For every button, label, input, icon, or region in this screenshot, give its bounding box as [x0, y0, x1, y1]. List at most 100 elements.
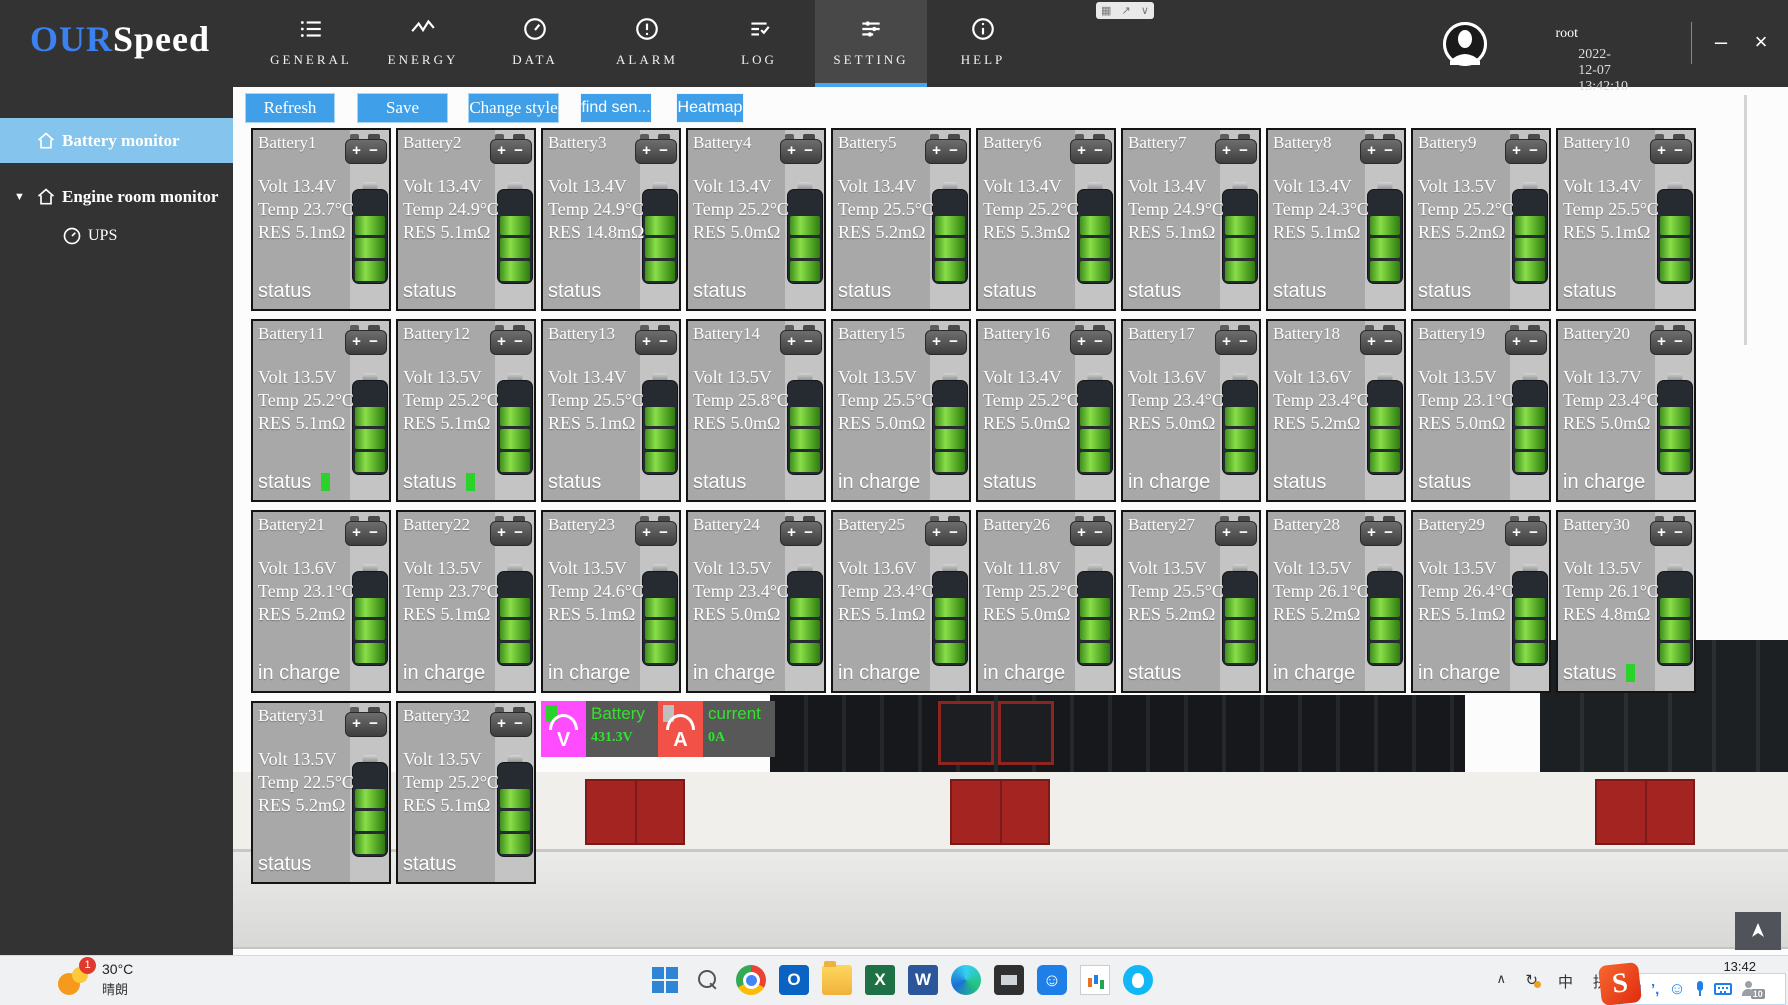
sidebar-item-engine-room-monitor[interactable]: ▼ Engine room monitor — [0, 177, 233, 217]
vertical-scrollbar[interactable] — [1744, 95, 1747, 345]
taskbar-icon-messenger[interactable] — [1037, 965, 1067, 995]
battery-plus-minus-button[interactable]: + − — [635, 325, 677, 355]
battery-card[interactable]: Battery31 + − Volt 13.5V Temp 22.5°C RES… — [251, 701, 391, 884]
close-button[interactable]: × — [1746, 28, 1776, 58]
taskbar-icon-stats[interactable] — [1080, 965, 1110, 995]
battery-plus-minus-button[interactable]: + − — [780, 325, 822, 355]
person-icon[interactable]: 10 — [1741, 981, 1757, 997]
emoji-icon[interactable]: ☺ — [1668, 979, 1685, 999]
battery-plus-minus-button[interactable]: + − — [345, 325, 387, 355]
save-button[interactable]: Save — [357, 93, 448, 123]
battery-plus-minus-button[interactable]: + − — [345, 134, 387, 164]
tree-expander-icon[interactable]: ▼ — [14, 177, 25, 217]
battery-card[interactable]: Battery7 + − Volt 13.4V Temp 24.9°C RES … — [1121, 128, 1261, 311]
tab-energy[interactable]: ENERGY — [367, 0, 479, 87]
taskbar-icon-search[interactable] — [693, 965, 723, 995]
battery-card[interactable]: Battery30 + − Volt 13.5V Temp 26.1°C RES… — [1556, 510, 1696, 693]
taskbar-icon-windows[interactable] — [650, 965, 680, 995]
scene-navigation-control[interactable] — [1735, 912, 1781, 950]
battery-plus-minus-button[interactable]: + − — [1650, 325, 1692, 355]
battery-plus-minus-button[interactable]: + − — [1505, 134, 1547, 164]
battery-card[interactable]: Battery5 + − Volt 13.4V Temp 25.5°C RES … — [831, 128, 971, 311]
battery-card[interactable]: Battery18 + − Volt 13.6V Temp 23.4°C RES… — [1266, 319, 1406, 502]
tab-log[interactable]: LOG — [703, 0, 815, 87]
battery-plus-minus-button[interactable]: + − — [925, 516, 967, 546]
taskbar-icon-edge[interactable] — [951, 965, 981, 995]
tray-chevron-up-icon[interactable]: ∧ — [1496, 971, 1506, 987]
battery-plus-minus-button[interactable]: + − — [1360, 325, 1402, 355]
battery-plus-minus-button[interactable]: + − — [490, 325, 532, 355]
tab-alarm[interactable]: ALARM — [591, 0, 703, 87]
sidebar-item-ups[interactable]: UPS — [0, 217, 233, 255]
battery-card[interactable]: Battery14 + − Volt 13.5V Temp 25.8°C RES… — [686, 319, 826, 502]
battery-plus-minus-button[interactable]: + − — [1070, 134, 1112, 164]
battery-card[interactable]: Battery26 + − Volt 11.8V Temp 25.2°C RES… — [976, 510, 1116, 693]
capture-mini-toolbar[interactable]: ▦ ↗ ∨ — [1096, 2, 1154, 19]
battery-card[interactable]: Battery25 + − Volt 13.6V Temp 23.4°C RES… — [831, 510, 971, 693]
battery-plus-minus-button[interactable]: + − — [925, 134, 967, 164]
battery-card[interactable]: Battery8 + − Volt 13.4V Temp 24.3°C RES … — [1266, 128, 1406, 311]
battery-card[interactable]: Battery27 + − Volt 13.5V Temp 25.5°C RES… — [1121, 510, 1261, 693]
taskbar-weather-widget[interactable]: 1 30°C 晴朗 — [58, 961, 133, 998]
sogou-logo[interactable]: S — [1598, 962, 1642, 1005]
refresh-button[interactable]: Refresh — [245, 93, 335, 123]
battery-card[interactable]: Battery29 + − Volt 13.5V Temp 26.4°C RES… — [1411, 510, 1551, 693]
chevron-down-icon[interactable]: ∨ — [1141, 4, 1149, 17]
battery-card[interactable]: Battery4 + − Volt 13.4V Temp 25.2°C RES … — [686, 128, 826, 311]
microphone-icon[interactable] — [1695, 981, 1705, 997]
heatmap-button[interactable]: Heatmap — [676, 93, 744, 123]
battery-card[interactable]: Battery1 + − Volt 13.4V Temp 23.7°C RES … — [251, 128, 391, 311]
tab-setting[interactable]: SETTING — [815, 0, 927, 87]
battery-plus-minus-button[interactable]: + − — [1650, 516, 1692, 546]
battery-card[interactable]: Battery24 + − Volt 13.5V Temp 23.4°C RES… — [686, 510, 826, 693]
tray-language-zhong[interactable]: 中 — [1558, 971, 1573, 992]
battery-card[interactable]: Battery21 + − Volt 13.6V Temp 23.1°C RES… — [251, 510, 391, 693]
battery-card[interactable]: Battery13 + − Volt 13.4V Temp 25.5°C RES… — [541, 319, 681, 502]
ammeter-icon[interactable]: A — [658, 701, 703, 757]
battery-plus-minus-button[interactable]: + − — [1215, 134, 1257, 164]
battery-plus-minus-button[interactable]: + − — [780, 516, 822, 546]
battery-plus-minus-button[interactable]: + − — [1650, 134, 1692, 164]
battery-plus-minus-button[interactable]: + − — [1360, 516, 1402, 546]
battery-plus-minus-button[interactable]: + − — [1505, 325, 1547, 355]
battery-plus-minus-button[interactable]: + − — [1070, 325, 1112, 355]
taskbar-icon-chrome[interactable] — [736, 965, 766, 995]
tab-general[interactable]: GENERAL — [255, 0, 367, 87]
battery-plus-minus-button[interactable]: + − — [635, 516, 677, 546]
battery-card[interactable]: Battery20 + − Volt 13.7V Temp 23.4°C RES… — [1556, 319, 1696, 502]
battery-card[interactable]: Battery19 + − Volt 13.5V Temp 23.1°C RES… — [1411, 319, 1551, 502]
battery-card[interactable]: Battery12 + − Volt 13.5V Temp 25.2°C RES… — [396, 319, 536, 502]
expand-icon[interactable]: ↗ — [1122, 4, 1131, 17]
tray-clock[interactable]: 13:42 — [1723, 959, 1756, 974]
battery-plus-minus-button[interactable]: + − — [1360, 134, 1402, 164]
battery-plus-minus-button[interactable]: + − — [635, 134, 677, 164]
taskbar-icon-word[interactable] — [908, 965, 938, 995]
battery-card[interactable]: Battery28 + − Volt 13.5V Temp 26.1°C RES… — [1266, 510, 1406, 693]
battery-plus-minus-button[interactable]: + − — [345, 516, 387, 546]
battery-card[interactable]: Battery10 + − Volt 13.4V Temp 25.5°C RES… — [1556, 128, 1696, 311]
battery-plus-minus-button[interactable]: + − — [1215, 516, 1257, 546]
tray-sync-icon[interactable]: ↻ — [1525, 971, 1538, 989]
taskbar-icon-file-explorer[interactable] — [822, 965, 852, 995]
grid-icon[interactable]: ▦ — [1101, 4, 1111, 17]
taskbar-icon-terminal[interactable] — [994, 965, 1024, 995]
battery-plus-minus-button[interactable]: + − — [925, 325, 967, 355]
battery-plus-minus-button[interactable]: + − — [1505, 516, 1547, 546]
battery-plus-minus-button[interactable]: + − — [345, 707, 387, 737]
tab-data[interactable]: DATA — [479, 0, 591, 87]
minimize-button[interactable]: – — [1706, 28, 1736, 58]
battery-plus-minus-button[interactable]: + − — [1070, 516, 1112, 546]
battery-card[interactable]: Battery15 + − Volt 13.5V Temp 25.5°C RES… — [831, 319, 971, 502]
keyboard-icon[interactable] — [1714, 983, 1732, 995]
battery-plus-minus-button[interactable]: + − — [780, 134, 822, 164]
battery-plus-minus-button[interactable]: + − — [490, 707, 532, 737]
taskbar-icon-qq[interactable] — [1123, 965, 1153, 995]
battery-card[interactable]: Battery17 + − Volt 13.6V Temp 23.4°C RES… — [1121, 319, 1261, 502]
tab-help[interactable]: HELP — [927, 0, 1039, 87]
battery-plus-minus-button[interactable]: + − — [490, 516, 532, 546]
find-sensor-button[interactable]: find sen... — [580, 93, 652, 123]
battery-card[interactable]: Battery16 + − Volt 13.4V Temp 25.2°C RES… — [976, 319, 1116, 502]
sidebar-item-battery-monitor[interactable]: Battery monitor — [0, 118, 233, 163]
taskbar-icon-outlook[interactable] — [779, 965, 809, 995]
battery-card[interactable]: Battery6 + − Volt 13.4V Temp 25.2°C RES … — [976, 128, 1116, 311]
